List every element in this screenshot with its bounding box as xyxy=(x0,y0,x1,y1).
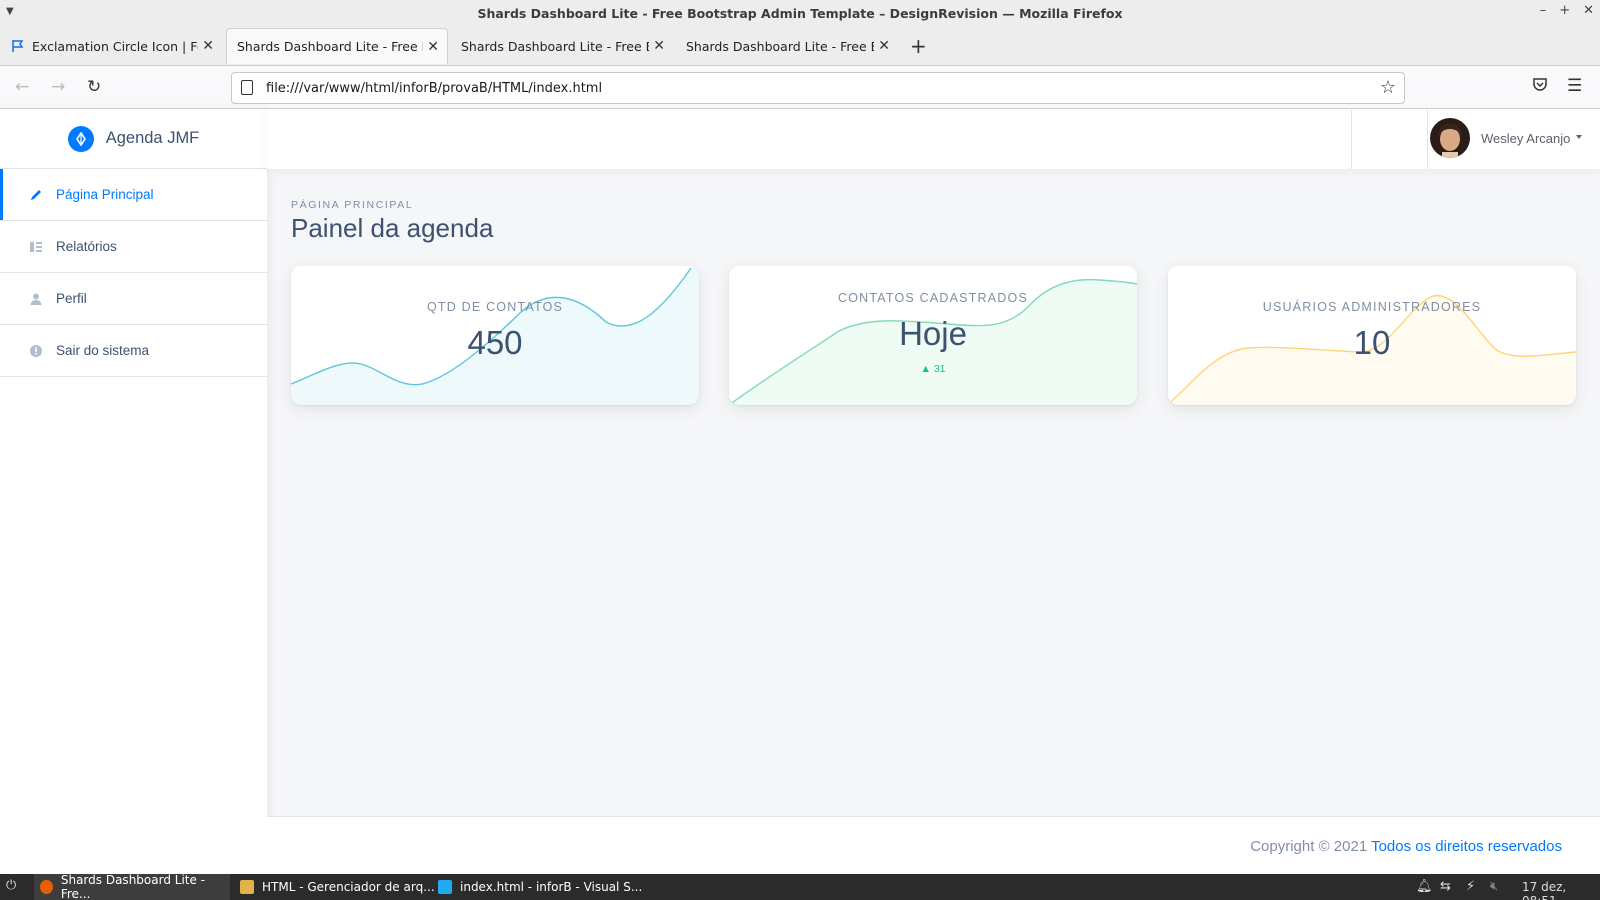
browser-navbar: ← → ↻ file:///var/www/html/inforB/provaB… xyxy=(0,67,1600,109)
copyright-text: Copyright © 2021 xyxy=(1250,838,1368,855)
card-value: Hoje xyxy=(899,315,967,352)
stat-card-cadastrados: CONTATOS CADASTRADOS Hoje ▲ 31 xyxy=(729,266,1137,405)
browser-tab-1[interactable]: Exclamation Circle Icon | Font ✕ xyxy=(0,28,222,64)
address-bar[interactable]: file:///var/www/html/inforB/provaB/HTML/… xyxy=(231,72,1405,104)
bookmark-star-icon[interactable]: ☆ xyxy=(1380,77,1396,98)
sidebar-item-label: Sair do sistema xyxy=(56,343,150,358)
card-value: 10 xyxy=(1353,324,1391,361)
card-value: 450 xyxy=(467,324,523,361)
sidebar-item-pagina-principal[interactable]: Página Principal xyxy=(0,169,267,221)
list-icon xyxy=(28,239,44,255)
tab-close-icon[interactable]: ✕ xyxy=(427,39,439,55)
card-label: CONTATOS CADASTRADOS xyxy=(838,291,1028,305)
rights-link[interactable]: Todos os direitos reservados xyxy=(1371,838,1562,855)
os-taskbar: ⏻ Shards Dashboard Lite - Fre... HTML - … xyxy=(0,873,1600,900)
page-title: Painel da agenda xyxy=(291,213,494,243)
copyright: Copyright © 2021 Todos os direitos reser… xyxy=(1250,838,1562,855)
caret-up-icon: ▲ xyxy=(920,363,931,375)
browser-tab-4[interactable]: Shards Dashboard Lite - Free Boot ✕ xyxy=(676,28,898,64)
sidebar-item-relatorios[interactable]: Relatórios xyxy=(0,221,267,273)
avatar[interactable] xyxy=(1430,118,1470,158)
taskbar-item-label: index.html - inforB - Visual S... xyxy=(460,880,643,894)
chevron-down-icon[interactable] xyxy=(1576,135,1582,139)
divider xyxy=(1351,109,1352,169)
reload-icon[interactable]: ↻ xyxy=(87,77,101,97)
folder-icon xyxy=(240,880,254,894)
sidebar-item-perfil[interactable]: Perfil xyxy=(0,273,267,325)
maximize-icon[interactable]: + xyxy=(1559,3,1570,18)
stat-card-contatos: QTD DE CONTATOS 450 xyxy=(291,266,699,405)
sidebar: Agenda JMF Página Principal Relatórios P… xyxy=(0,109,267,874)
flag-icon xyxy=(10,38,26,54)
network-icon[interactable]: ⇆ xyxy=(1440,879,1451,894)
card-label: USUÁRIOS ADMINISTRADORES xyxy=(1262,300,1482,314)
brand-logo-icon xyxy=(67,125,94,152)
tab-bar: Exclamation Circle Icon | Font ✕ Shards … xyxy=(0,26,1600,66)
minimize-icon[interactable]: – xyxy=(1540,3,1547,18)
bell-icon[interactable]: 🔔︎ xyxy=(1416,879,1433,894)
tab-close-icon[interactable]: ✕ xyxy=(202,38,214,54)
pencil-icon xyxy=(28,187,44,203)
forward-icon[interactable]: → xyxy=(51,77,65,97)
exclamation-circle-icon xyxy=(28,343,44,359)
sidebar-item-label: Relatórios xyxy=(56,239,117,254)
window-title: Shards Dashboard Lite - Free Bootstrap A… xyxy=(477,5,1123,21)
browser-tab-3[interactable]: Shards Dashboard Lite - Free Boot ✕ xyxy=(451,28,673,64)
tab-close-icon[interactable]: ✕ xyxy=(878,38,890,54)
sidebar-item-sair[interactable]: Sair do sistema xyxy=(0,325,267,377)
stat-card-administradores: USUÁRIOS ADMINISTRADORES 10 xyxy=(1168,266,1576,405)
window-menu-icon[interactable]: ▼ xyxy=(6,6,14,17)
hamburger-menu-icon[interactable]: ☰ xyxy=(1567,76,1582,96)
vscode-icon xyxy=(438,880,452,894)
taskbar-item-label: HTML - Gerenciador de arq... xyxy=(262,880,435,894)
page-subtitle: PÁGINA PRINCIPAL xyxy=(291,199,414,211)
volume-muted-icon[interactable]: 🔇︎ xyxy=(1490,879,1498,894)
taskbar-item-firefox[interactable]: Shards Dashboard Lite - Fre... xyxy=(34,873,230,900)
taskbar-item-vscode[interactable]: index.html - inforB - Visual S... xyxy=(432,874,648,900)
brand[interactable]: Agenda JMF xyxy=(0,109,267,169)
tab-label: Shards Dashboard Lite - Free Boot xyxy=(686,38,874,54)
new-tab-icon[interactable]: + xyxy=(910,34,927,58)
firefox-icon xyxy=(40,880,53,894)
top-navbar: Wesley Arcanjo xyxy=(267,109,1600,169)
tab-label: Shards Dashboard Lite - Free Boot xyxy=(237,39,423,54)
footer: Copyright © 2021 Todos os direitos reser… xyxy=(267,816,1600,874)
taskbar-item-label: Shards Dashboard Lite - Fre... xyxy=(60,873,206,900)
power-icon[interactable]: ⏻ xyxy=(6,878,16,893)
card-delta-value: 31 xyxy=(933,363,946,375)
back-icon[interactable]: ← xyxy=(15,77,29,97)
battery-icon[interactable]: ⚡ xyxy=(1466,879,1475,894)
brand-name: Agenda JMF xyxy=(105,129,200,147)
user-name[interactable]: Wesley Arcanjo xyxy=(1481,131,1570,146)
tab-label: Shards Dashboard Lite - Free Boot xyxy=(461,38,649,54)
pocket-icon[interactable] xyxy=(1532,76,1548,97)
window-titlebar: ▼ Shards Dashboard Lite - Free Bootstrap… xyxy=(0,0,1600,26)
page-icon xyxy=(241,80,253,95)
browser-tab-2[interactable]: Shards Dashboard Lite - Free Boot ✕ xyxy=(226,28,448,64)
sidebar-item-label: Página Principal xyxy=(56,187,154,202)
url-text: file:///var/www/html/inforB/provaB/HTML/… xyxy=(266,80,603,96)
tab-close-icon[interactable]: ✕ xyxy=(653,38,665,54)
taskbar-item-file-manager[interactable]: HTML - Gerenciador de arq... xyxy=(234,874,441,900)
tab-label: Exclamation Circle Icon | Font xyxy=(32,38,198,54)
person-icon xyxy=(28,291,44,307)
close-window-icon[interactable]: ✕ xyxy=(1583,3,1594,18)
card-delta: ▲ 31 xyxy=(729,363,1137,375)
sidebar-item-label: Perfil xyxy=(56,291,87,306)
card-label: QTD DE CONTATOS xyxy=(426,300,564,314)
divider xyxy=(1427,109,1428,169)
clock: 17 dez, 08:51 xyxy=(1522,880,1567,900)
